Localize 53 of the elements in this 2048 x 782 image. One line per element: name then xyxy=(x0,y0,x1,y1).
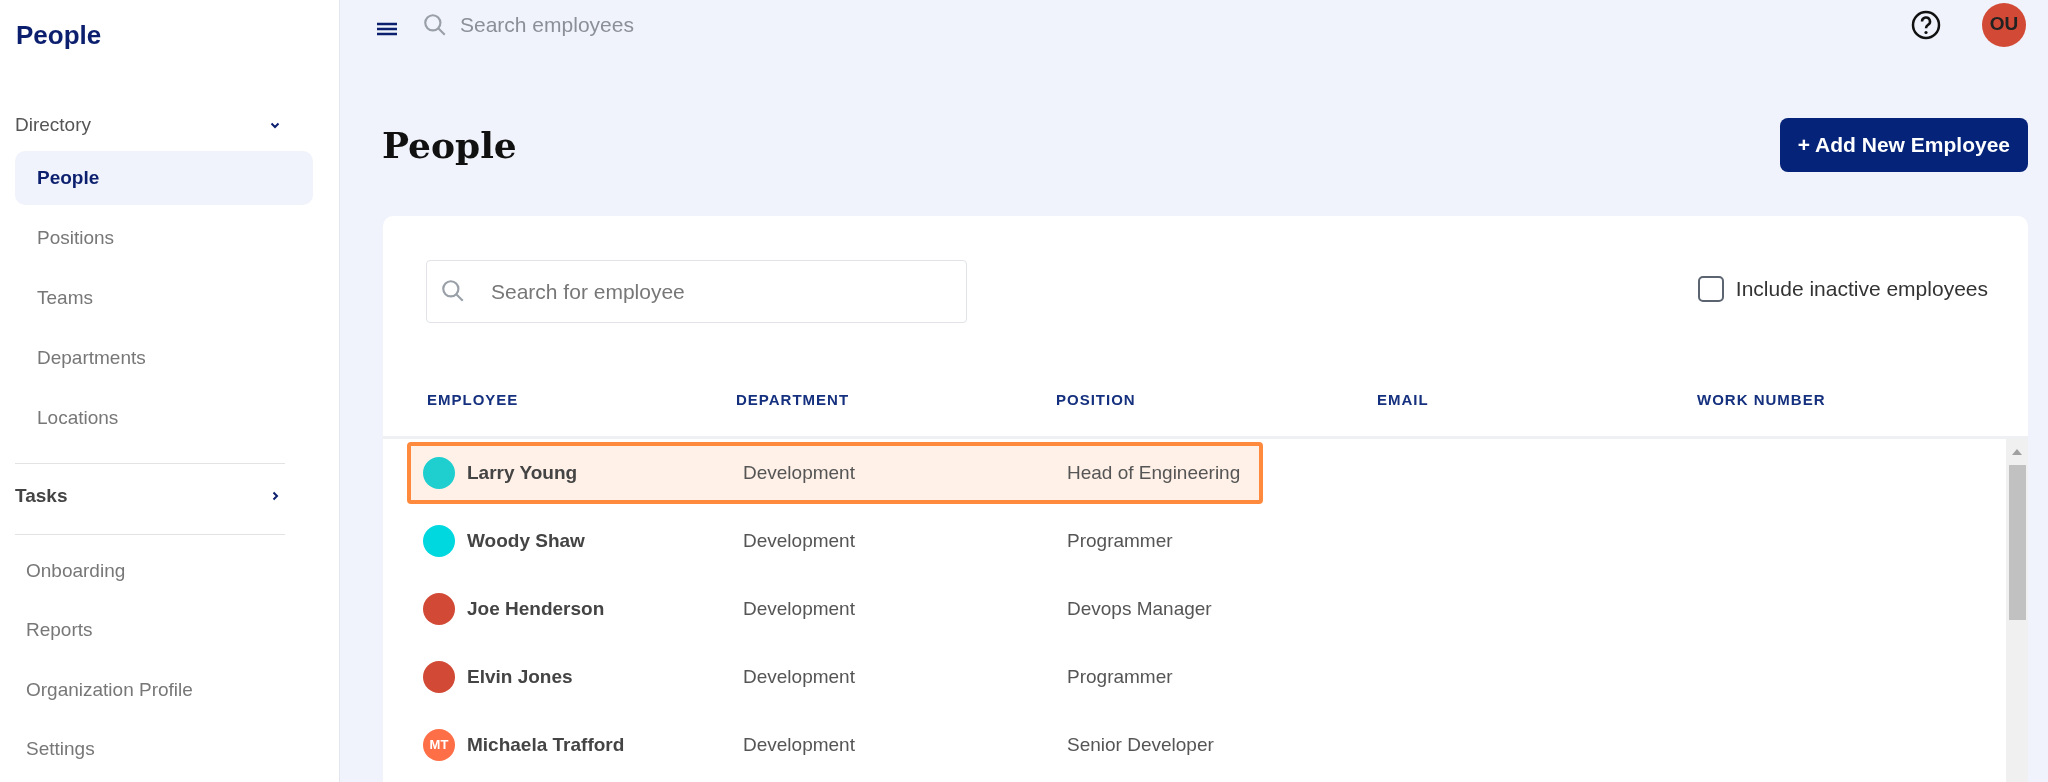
table-cell-text: Development xyxy=(742,732,856,757)
table-row[interactable]: MT Michaela Trafford Development Senior Developer xyxy=(407,714,1263,776)
add-employee-button[interactable]: + Add New Employee xyxy=(1779,118,2028,172)
column-header[interactable]: EMPLOYEE xyxy=(427,390,519,408)
column-header[interactable]: POSITION xyxy=(1056,390,1136,408)
app-title: People xyxy=(15,19,103,52)
table-row[interactable]: Elvin Jones Development Programmer xyxy=(407,646,1263,708)
nav-item[interactable]: Teams xyxy=(15,271,313,325)
table-row[interactable]: Woody Shaw Development Programmer xyxy=(407,510,1263,572)
checkbox[interactable] xyxy=(1697,275,1724,302)
nav-group-label: Directory xyxy=(15,112,91,137)
table-cell-text: Development xyxy=(742,460,856,485)
column-header[interactable]: WORK NUMBER xyxy=(1697,390,1826,408)
table-cell-text: Development xyxy=(742,528,856,553)
nav-item[interactable]: People xyxy=(15,151,313,205)
table-cell-text: Development xyxy=(742,664,856,689)
search-icon xyxy=(440,278,466,304)
nav-group-header[interactable]: Tasks xyxy=(15,476,285,516)
employee-name: Joe Henderson xyxy=(467,596,605,621)
menu-icon[interactable] xyxy=(376,20,398,37)
nav-link[interactable]: Reports xyxy=(15,600,313,660)
column-header[interactable]: EMAIL xyxy=(1377,390,1429,408)
avatar: MT xyxy=(423,729,455,761)
search-icon xyxy=(422,11,448,38)
table-cell-text: Programmer xyxy=(1066,664,1173,689)
user-avatar[interactable]: OU xyxy=(1982,2,2026,47)
nav-group-header[interactable]: Directory xyxy=(15,105,285,145)
table-cell-text: Development xyxy=(742,596,856,621)
nav-link[interactable]: Settings xyxy=(15,719,313,779)
table-row[interactable]: Larry Young Development Head of Engineering xyxy=(407,442,1263,504)
employee-name: Larry Young xyxy=(467,460,578,485)
table-cell-text: Devops Manager xyxy=(1066,596,1212,621)
scrollbar-thumb[interactable] xyxy=(2008,465,2026,620)
scrollbar[interactable] xyxy=(2006,439,2028,782)
search-field[interactable]: Search employees xyxy=(460,8,1886,41)
help-icon[interactable] xyxy=(1910,8,1942,41)
table-cell-text: Head of Engineering xyxy=(1066,460,1241,485)
nav-group-label: Tasks xyxy=(15,483,68,508)
table-cell-text: Programmer xyxy=(1066,528,1173,553)
employee-name: Woody Shaw xyxy=(467,528,585,553)
checkbox-label: Include inactive employees xyxy=(1735,275,1988,302)
employee-name: Michaela Trafford xyxy=(467,732,625,757)
nav-item[interactable]: Departments xyxy=(15,331,313,385)
table-cell-text: Senior Developer xyxy=(1066,732,1214,757)
column-header[interactable]: DEPARTMENT xyxy=(736,390,850,408)
nav-link[interactable]: Onboarding xyxy=(15,541,313,601)
employee-name: Elvin Jones xyxy=(467,664,573,689)
employee-search-field[interactable]: Search for employee xyxy=(426,260,967,323)
page-title: People xyxy=(382,123,517,168)
nav-item[interactable]: Locations xyxy=(15,391,313,445)
nav-link[interactable]: Organization Profile xyxy=(15,660,313,720)
table-row[interactable]: Joe Henderson Development Devops Manager xyxy=(407,578,1263,640)
nav-item[interactable]: Positions xyxy=(15,211,313,265)
